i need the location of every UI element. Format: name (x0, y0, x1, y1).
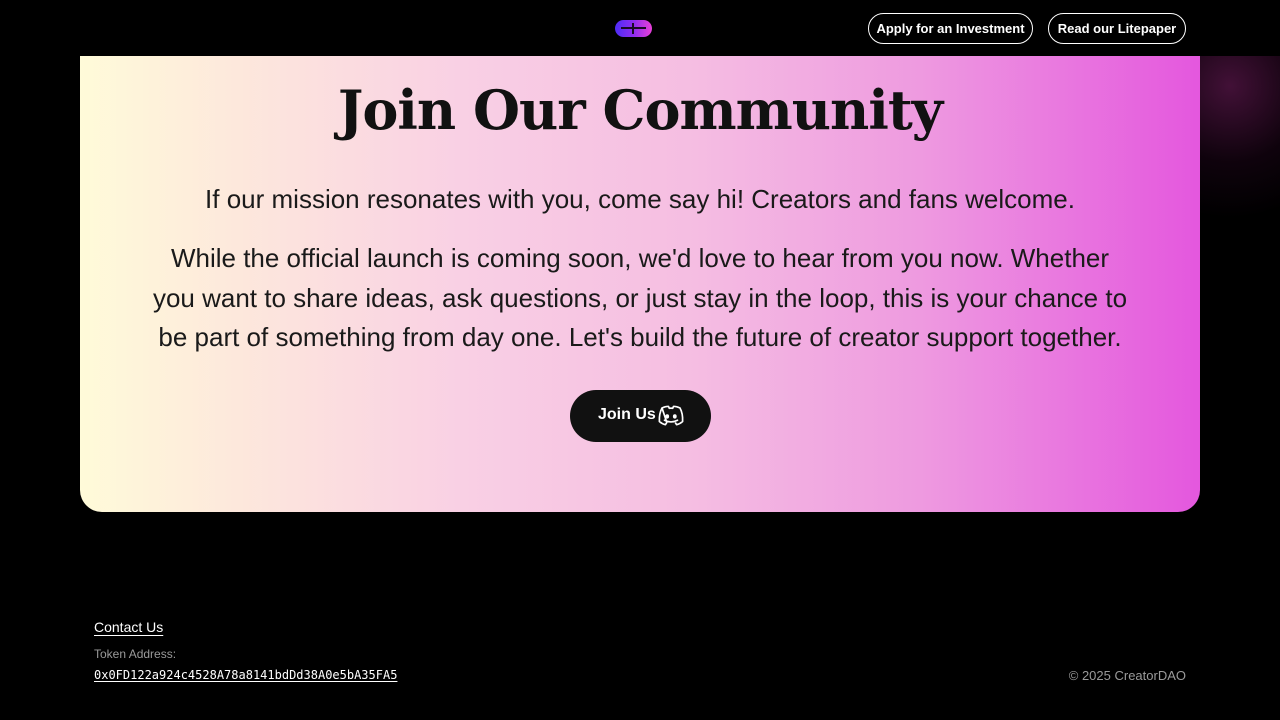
community-title: Join Our Community (337, 78, 943, 142)
community-body: While the official launch is coming soon… (152, 243, 1128, 352)
read-litepaper-button[interactable]: Read our Litepaper (1048, 13, 1186, 44)
apply-investment-button[interactable]: Apply for an Investment (868, 13, 1033, 44)
community-card: Join Our Community If our mission resona… (80, 40, 1200, 512)
copyright-text: © 2025 CreatorDAO (1068, 668, 1186, 683)
logo-mark-vertical (632, 23, 634, 34)
community-lead: If our mission resonates with you, come … (205, 184, 1075, 214)
top-navigation-bar: Apply for an Investment Read our Litepap… (0, 0, 1280, 56)
token-address-link[interactable]: 0x0FD122a924c4528A78a8141bdDd38A0e5bA35F… (94, 668, 397, 682)
token-address-label: Token Address: (94, 647, 177, 661)
join-us-label: Join Us (598, 406, 656, 423)
contact-us-link[interactable]: Contact Us (94, 619, 163, 635)
join-us-button[interactable]: Join Us (570, 390, 711, 442)
page: Join Our Community If our mission resona… (0, 0, 1280, 720)
discord-icon (658, 405, 684, 426)
creatordao-logo[interactable] (615, 20, 652, 37)
